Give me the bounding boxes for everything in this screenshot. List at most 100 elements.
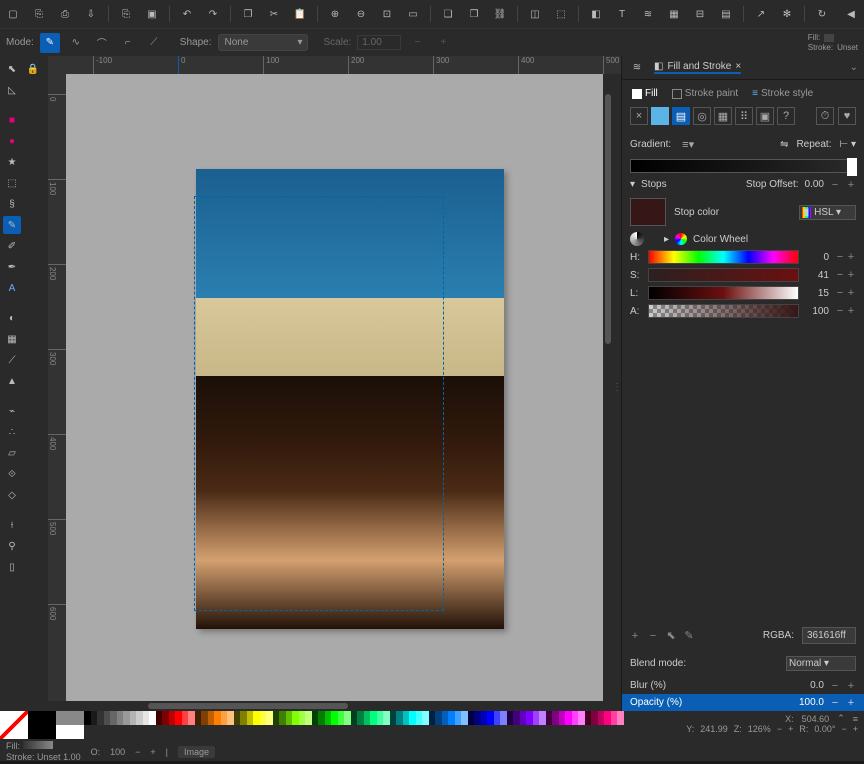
stops-toggle-icon[interactable]: ▾ (630, 179, 635, 190)
zoom-out-icon[interactable]: ⊖ (352, 5, 370, 23)
opacity-plus-icon[interactable]: + (846, 698, 856, 708)
export-icon[interactable]: ↗ (752, 5, 770, 23)
palette-up-icon[interactable]: ⌃ (837, 713, 845, 724)
paint-radial-icon[interactable]: ◎ (693, 107, 711, 125)
swatch-black[interactable] (28, 711, 56, 739)
spiral-tool-icon[interactable]: § (3, 195, 21, 213)
lig-minus-icon[interactable]: − (835, 288, 845, 298)
lock-icon[interactable]: 🔒 (24, 60, 42, 78)
mode-spiro-icon[interactable]: ∿ (66, 33, 86, 53)
measure-tool-icon[interactable]: ⟊ (3, 516, 21, 534)
zoom-page-icon[interactable]: ⊡ (378, 5, 396, 23)
hue-slider[interactable] (648, 250, 799, 264)
add-stop-icon[interactable]: + (630, 631, 640, 641)
palette-menu-icon[interactable]: ≡ (853, 714, 858, 724)
stroke-style-subtab[interactable]: ≡Stroke style (748, 86, 817, 101)
hue-plus-icon[interactable]: + (846, 252, 856, 262)
swatch-none[interactable] (0, 711, 28, 739)
close-tab-icon[interactable]: × (735, 61, 741, 72)
mode-straight-icon[interactable]: ⟋ (144, 33, 164, 53)
rect-tool-icon[interactable]: ■ (3, 111, 21, 129)
color-mode-select[interactable]: ▮ HSL ▾ (799, 205, 856, 220)
rot-minus-icon[interactable]: − (841, 724, 846, 734)
blend-select[interactable]: Normal ▾ (786, 656, 856, 671)
bezier-tool-icon[interactable]: ✐ (3, 237, 21, 255)
paint-linear-icon[interactable]: ▤ (672, 107, 690, 125)
canvas[interactable] (66, 74, 603, 701)
zoom-in-icon[interactable]: ⊕ (326, 5, 344, 23)
clone-icon[interactable]: ❐ (465, 5, 483, 23)
panel-expand-icon[interactable]: ⌄ (850, 62, 858, 73)
rgba-input[interactable] (802, 627, 856, 644)
save-icon[interactable]: ⎙ (56, 5, 74, 23)
paint-pattern-icon[interactable]: ⠿ (735, 107, 753, 125)
paint-timer-icon[interactable]: ⏱ (816, 107, 834, 125)
hue-minus-icon[interactable]: − (835, 252, 845, 262)
prefs-icon[interactable]: ✻ (778, 5, 796, 23)
lig-plus-icon[interactable]: + (846, 288, 856, 298)
ellipse-tool-icon[interactable]: ● (3, 132, 21, 150)
align-icon[interactable]: ⊟ (691, 5, 709, 23)
group-icon[interactable]: ◫ (526, 5, 544, 23)
selector-tool-icon[interactable]: ⬉ (3, 60, 21, 78)
mode-bspline-icon[interactable]: ⌒ (92, 33, 112, 53)
sat-slider[interactable] (648, 268, 799, 282)
connector-tool-icon[interactable]: ⟐ (3, 465, 21, 483)
star-tool-icon[interactable]: ★ (3, 153, 21, 171)
blur-minus-icon[interactable]: − (830, 681, 840, 691)
scale-plus-icon[interactable]: + (433, 33, 453, 53)
status-o-plus-icon[interactable]: + (150, 747, 155, 757)
node-tool-icon[interactable]: ◺ (3, 81, 21, 99)
selection-marquee[interactable] (194, 196, 444, 611)
redo-icon[interactable]: ↷ (204, 5, 222, 23)
paint-mesh-icon[interactable]: ▦ (714, 107, 732, 125)
paint-flat-icon[interactable] (651, 107, 669, 125)
edit-gradient-icon[interactable]: ≡▾ (679, 135, 697, 153)
paste-icon[interactable]: ▣ (143, 5, 161, 23)
paint-shield-icon[interactable]: ♥ (838, 107, 856, 125)
alpha-plus-icon[interactable]: + (846, 306, 856, 316)
mode-bezier-icon[interactable]: ✎ (40, 33, 60, 53)
paint-unknown-icon[interactable]: ? (777, 107, 795, 125)
bucket-tool-icon[interactable]: ▲ (3, 372, 21, 390)
bw-wheel-icon[interactable] (630, 232, 644, 246)
paint-none-icon[interactable]: × (630, 107, 648, 125)
stop-swatch[interactable] (630, 198, 666, 226)
copy2-icon[interactable]: ❐ (239, 5, 257, 23)
undo-icon[interactable]: ↶ (178, 5, 196, 23)
eyedropper-icon[interactable]: ✎ (684, 631, 694, 641)
repeat-select-icon[interactable]: ⊢ ▾ (839, 139, 856, 150)
layer-indicator[interactable]: Image (178, 746, 215, 758)
3dbox-tool-icon[interactable]: ⬚ (3, 174, 21, 192)
alpha-slider[interactable] (648, 304, 799, 318)
text-dialog-icon[interactable]: T (613, 5, 631, 23)
palette-color[interactable] (617, 711, 624, 725)
scale-minus-icon[interactable]: − (407, 33, 427, 53)
dropper-tool-icon[interactable]: ⟋ (3, 351, 21, 369)
sat-plus-icon[interactable]: + (846, 270, 856, 280)
status-fill-swatch[interactable] (23, 741, 53, 749)
gradient-tool-icon[interactable]: ◐ (3, 309, 21, 327)
paste2-icon[interactable]: 📋 (291, 5, 309, 23)
fill-subtab[interactable]: Fill (628, 86, 662, 101)
status-o-minus-icon[interactable]: − (135, 747, 140, 757)
open-file-icon[interactable]: ⎘ (30, 5, 48, 23)
swatch-gray[interactable] (56, 711, 84, 725)
rot-plus-icon[interactable]: + (853, 724, 858, 734)
panel-grip[interactable]: ⋮ (613, 74, 621, 701)
import-icon[interactable]: ⇩ (82, 5, 100, 23)
eraser-tool-icon[interactable]: ▱ (3, 444, 21, 462)
collapse-icon[interactable]: ◀ (842, 5, 860, 23)
zoom-minus-icon[interactable]: − (777, 724, 782, 734)
remove-stop-icon[interactable]: − (648, 631, 658, 641)
scrollbar-vertical[interactable] (603, 74, 613, 701)
transform-icon[interactable]: ▤ (717, 5, 735, 23)
xml-icon[interactable]: ▦ (665, 5, 683, 23)
new-file-icon[interactable]: ▢ (4, 5, 22, 23)
fill-dialog-icon[interactable]: ◧ (587, 5, 605, 23)
calligraphy-tool-icon[interactable]: ✒ (3, 258, 21, 276)
layers-tab-icon[interactable]: ≋ (628, 59, 646, 77)
reverse-icon[interactable]: ⇋ (780, 139, 788, 150)
zoom-plus-icon[interactable]: + (788, 724, 793, 734)
stroke-paint-subtab[interactable]: Stroke paint (668, 86, 742, 101)
